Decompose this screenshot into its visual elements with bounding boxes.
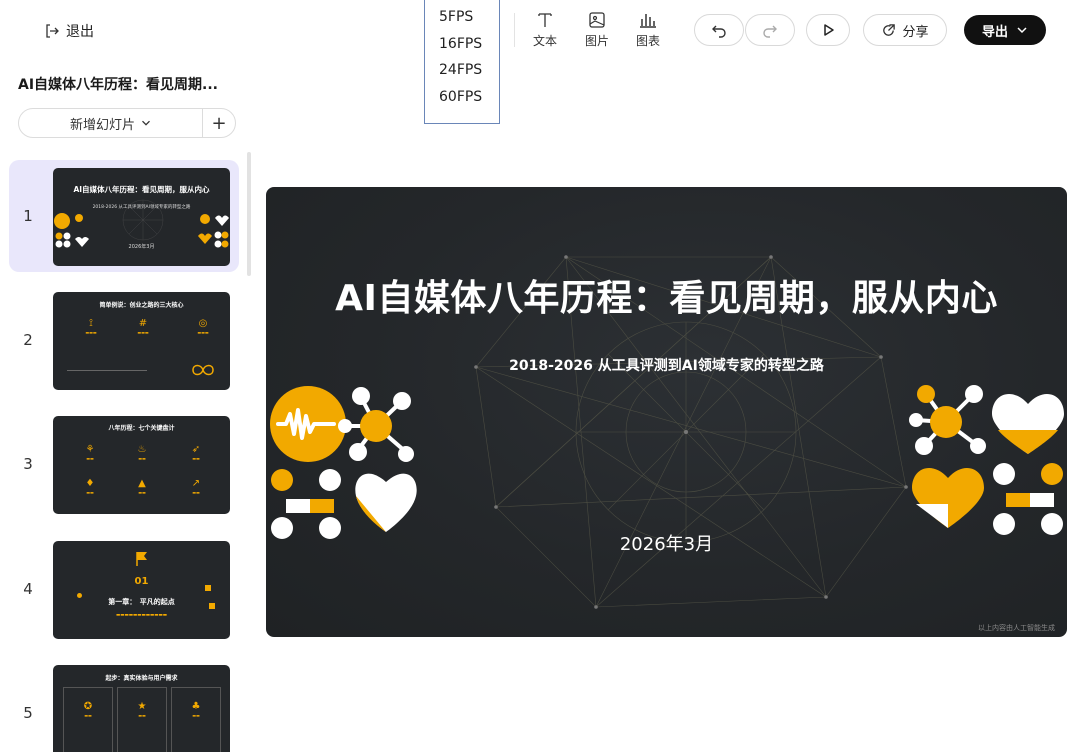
slide-thumbnail-5[interactable]: 5 起步：真实体验与用户需求 ✪ ▬▬ ★ ▬▬ ♣ ▬▬ [9,657,239,752]
play-icon [824,24,834,36]
redo-icon [763,25,777,38]
add-slide-label: 新增幻灯片 [69,117,135,133]
thumbnail-scrollbar[interactable] [247,152,251,276]
slide-preview: AI自媒体八年历程：看见周期，服从内心 2018-2026 从工具评测到AI领域… [53,168,230,266]
text-tool-button[interactable]: 文本 [523,8,567,49]
slide-thumbnail-4[interactable]: 4 01 第一章： 平凡的起点 ▬▬▬▬▬▬▬▬▬▬▬▬ [9,533,239,645]
slide-canvas[interactable]: AI自媒体八年历程：看见周期，服从内心 2018-2026 从工具评测到AI领域… [266,187,1067,637]
thumb-column: ➶ ▬▬ [191,444,201,461]
thumb-title: 简单例说：创业之路的三大核心 [99,302,184,309]
thumb-column: ↗ ▬▬ [191,478,201,495]
export-button[interactable]: 导出 [964,15,1046,45]
thumb-column: ✪ ▬▬ [83,701,93,718]
thumb-title: 八年历程：七个关键盘计 [108,425,175,432]
infinity-icon [192,364,214,376]
slide-preview: 01 第一章： 平凡的起点 ▬▬▬▬▬▬▬▬▬▬▬▬ [53,541,230,639]
thumb-column: ⟟ ▬▬▬ [85,318,97,335]
thumb-card [63,687,113,752]
thumb-column: ▲ ▬▬ [138,478,146,495]
thumb-column: ♣ ▬▬ [191,701,201,718]
add-slide-button[interactable]: 新增幻灯片 [19,109,203,137]
thumb-decorations [54,199,229,248]
chart-tool-label: 图表 [635,34,660,48]
slide-number: 1 [23,207,33,225]
image-tool-button[interactable]: 图片 [575,8,619,49]
share-icon [883,23,896,36]
add-slide-control: 新增幻灯片 + [18,108,236,138]
chevron-down-icon [1017,27,1027,34]
slide-number: 5 [23,704,33,722]
thumb-column: ★ ▬▬ [137,701,147,718]
thumb-column: ◎ ▬▬▬ [197,318,209,335]
slide-thumbnail-3[interactable]: 3 八年历程：七个关键盘计 ⚘ ▬▬ ♨ ▬▬ ➶ ▬▬ ♦ ▬▬ ▲ ▬▬ ↗ ▬▬ [9,408,239,520]
share-button[interactable]: 分享 [863,14,947,46]
fps-dropdown-menu: 5FPS 16FPS 24FPS 60FPS [424,0,500,124]
slide-panel: 退出 AI自媒体八年历程：看见周期... 新增幻灯片 + 1 AI自媒体八年历程… [0,0,256,752]
toolbar-divider [514,13,515,47]
slide-thumbnail-2[interactable]: 2 简单例说：创业之路的三大核心 ⟟ ▬▬▬ # ▬▬▬ ◎ ▬▬▬ [9,284,239,396]
document-title: AI自媒体八年历程：看见周期... [18,77,218,93]
undo-button[interactable] [694,14,744,46]
thumb-dot [77,593,82,598]
chevron-down-icon [142,120,150,126]
share-label: 分享 [902,24,929,40]
thumb-column: # ▬▬▬ [137,318,149,335]
exit-button[interactable]: 退出 [44,20,94,42]
undo-icon [712,25,726,38]
slide-preview: 简单例说：创业之路的三大核心 ⟟ ▬▬▬ # ▬▬▬ ◎ ▬▬▬ [53,292,230,390]
thumb-title: 第一章： 平凡的起点 [108,598,175,606]
text-icon [538,13,552,27]
slide-title[interactable]: AI自媒体八年历程：看见周期，服从内心 [266,269,1067,321]
fps-option-5[interactable]: 5FPS [425,4,499,31]
left-decoration [270,386,417,539]
presentation-editor: 退出 AI自媒体八年历程：看见周期... 新增幻灯片 + 1 AI自媒体八年历程… [0,0,1080,752]
slide-preview: 起步：真实体验与用户需求 ✪ ▬▬ ★ ▬▬ ♣ ▬▬ [53,665,230,752]
exit-label: 退出 [66,24,94,40]
thumb-column: ⚘ ▬▬ [85,444,95,461]
slide-preview: 八年历程：七个关键盘计 ⚘ ▬▬ ♨ ▬▬ ➶ ▬▬ ♦ ▬▬ ▲ ▬▬ ↗ ▬▬ [53,416,230,514]
thumb-dot [209,603,215,609]
thumb-title: 起步：真实体验与用户需求 [105,675,178,682]
thumb-subtitle: ▬▬▬▬▬▬▬▬▬▬▬▬ [115,613,168,618]
ai-watermark: 以上内容由人工智能生成 [978,624,1055,632]
play-button[interactable] [806,14,850,46]
chapter-number: 01 [134,576,149,587]
right-decoration [909,385,1064,535]
thumb-card [117,687,167,752]
slide-number: 4 [23,580,33,598]
chart-tool-button[interactable]: 图表 [626,8,670,49]
export-label: 导出 [981,24,1008,40]
fps-option-16[interactable]: 16FPS [425,31,499,58]
slide-thumbnail-1[interactable]: 1 AI自媒体八年历程：看见周期，服从内心 2018-2026 从工具评测到AI… [9,160,239,272]
text-tool-label: 文本 [532,34,557,48]
fps-option-24[interactable]: 24FPS [425,57,499,84]
flag-icon [136,552,147,566]
slide-subtitle[interactable]: 2018-2026 从工具评测到AI领域专家的转型之路 [266,355,1067,375]
redo-button[interactable] [745,14,795,46]
quick-add-slide-button[interactable]: + [203,109,235,137]
thumb-dot [205,585,211,591]
thumb-divider [67,370,147,371]
image-tool-label: 图片 [584,34,609,48]
thumb-column: ♦ ▬▬ [85,478,95,495]
image-icon [589,12,605,28]
slide-number: 3 [23,455,33,473]
bar-chart-icon [640,14,656,28]
fps-option-60[interactable]: 60FPS [425,84,499,111]
exit-icon [46,24,59,38]
thumb-column: ♨ ▬▬ [137,444,147,461]
slide-number: 2 [23,331,33,349]
thumb-card [171,687,221,752]
